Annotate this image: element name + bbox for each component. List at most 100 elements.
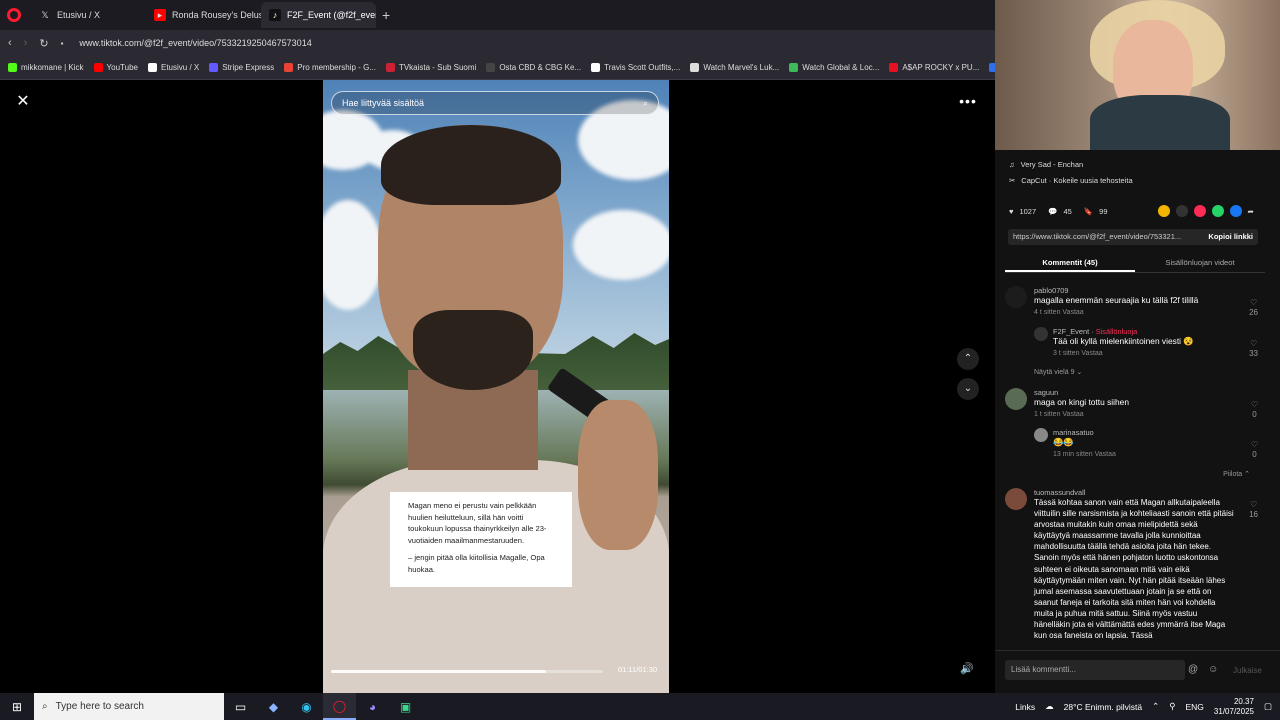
video-player[interactable]: Hae liittyvää sisältöä ⌕ Magan meno ei p… (323, 80, 669, 693)
facebook-icon[interactable] (1229, 205, 1242, 217)
share-icon[interactable]: ➦ (1248, 207, 1254, 216)
music-info[interactable]: ♫ Very Sad - Enchan (1009, 160, 1083, 169)
tab-tiktok[interactable]: ♪ F2F_Event (@f2f_event) (261, 2, 376, 28)
tray-overflow-icon[interactable]: ⌃ (1152, 701, 1159, 712)
copilot-icon[interactable]: ◆ (257, 693, 290, 720)
bookmark-favicon-icon (8, 63, 17, 72)
network-icon[interactable]: ⚲ (1169, 701, 1175, 712)
bookmark-item[interactable]: Stripe Express (209, 63, 274, 72)
comment-icon[interactable]: 💬 (1048, 207, 1057, 216)
volume-icon[interactable]: 🔊 (960, 662, 974, 675)
close-icon[interactable]: ✕ (14, 93, 32, 111)
picture-in-picture-video[interactable] (995, 0, 1280, 150)
weather-widget[interactable]: 28°C Enimm. pilvistä (1064, 702, 1143, 712)
avatar[interactable] (1034, 428, 1048, 442)
avatar[interactable] (1005, 286, 1027, 308)
clock[interactable]: 20.37 31/07/2025 (1214, 697, 1254, 717)
previous-video-button[interactable]: ⌃ (957, 348, 979, 370)
bookmark-item[interactable]: A$AP ROCKY x PU... (889, 63, 979, 72)
address-bar: ‹ › ↻ ▪ www.tiktok.com/@f2f_event/video/… (0, 30, 995, 56)
comment-username[interactable]: pablo0709 (1034, 286, 1270, 295)
comment-text: Tää oli kyllä mielenkiintoinen viesti 😵 (1053, 336, 1194, 346)
comment-username[interactable]: marinasatuo (1053, 428, 1270, 437)
comment-like[interactable]: ♡ 26 (1249, 298, 1258, 318)
send-icon[interactable] (1193, 205, 1206, 217)
bookmark-item[interactable]: TVkaista - Sub Suomi (385, 63, 476, 72)
comment-username[interactable]: F2F_Event · (1053, 327, 1096, 336)
tab-youtube[interactable]: ▸ Ronda Rousey's Delusions (146, 2, 261, 28)
hide-replies[interactable]: Piilota ⌃ (1005, 470, 1270, 478)
taskbar-search-input[interactable]: ⌕ Type here to search (34, 693, 224, 720)
comment-meta[interactable]: 13 min sitten Vastaa (1053, 451, 1270, 458)
bookmark-item[interactable]: Osta CBD & CBG Ke... (486, 63, 581, 72)
comment-meta[interactable]: 1 t sitten Vastaa (1034, 411, 1270, 418)
music-note-icon: ♫ (1009, 160, 1015, 169)
lock-icon: ▪ (60, 38, 64, 48)
comment-like[interactable]: ♡ 0 (1251, 440, 1258, 460)
whatsapp-icon[interactable] (1211, 205, 1224, 217)
comment-like-count: 33 (1249, 349, 1258, 358)
tab-creator-videos[interactable]: Sisällönluojan videot (1135, 255, 1265, 272)
tab-label: F2F_Event (@f2f_event) (287, 10, 376, 20)
creator-badge: Sisällönluoja (1095, 327, 1138, 336)
embed-icon[interactable] (1175, 205, 1188, 217)
back-icon[interactable]: ‹ (8, 37, 12, 49)
opera-icon[interactable]: ◯ (323, 693, 356, 720)
coin-icon[interactable] (1157, 205, 1170, 217)
reload-icon[interactable]: ↻ (39, 37, 48, 50)
comment-like[interactable]: ♡ 0 (1251, 400, 1258, 420)
bookmark-icon[interactable]: 🔖 (1084, 207, 1093, 216)
mention-icon[interactable]: @ (1188, 664, 1198, 675)
tab-etusivu[interactable]: 𝕏 Etusivu / X (31, 2, 146, 28)
opera-logo-icon[interactable] (7, 8, 21, 22)
comment-username[interactable]: saguun (1034, 388, 1270, 397)
url-field[interactable]: www.tiktok.com/@f2f_event/video/75332192… (79, 38, 311, 48)
comment-item: saguun maga on kingi tottu siihen 1 t si… (1005, 388, 1270, 420)
comment-meta[interactable]: 3 t sitten Vastaa (1053, 350, 1270, 357)
bookmark-item[interactable]: Pro membership - G... (284, 63, 376, 72)
edge-icon[interactable]: ◉ (290, 693, 323, 720)
windows-start-icon[interactable]: ⊞ (0, 700, 34, 714)
weather-icon: ☁ (1045, 701, 1054, 711)
video-link-box: https://www.tiktok.com/@f2f_event/video/… (1008, 229, 1258, 245)
forward-icon[interactable]: › (24, 37, 28, 49)
post-button[interactable]: Julkaise (1233, 666, 1262, 675)
bookmark-item[interactable]: YouTube (93, 63, 138, 72)
bookmark-item[interactable]: mikkomane | Kick (8, 63, 84, 72)
comment-username[interactable]: tuomassundvall (1034, 488, 1234, 497)
add-comment-input[interactable]: Lisää kommentti... (1005, 660, 1185, 680)
avatar[interactable] (1005, 388, 1027, 410)
task-view-icon[interactable]: ▭ (224, 693, 257, 720)
comment-like-count: 0 (1252, 450, 1257, 459)
bookmark-item[interactable]: Watch Marvel's Luk... (690, 63, 779, 72)
show-more-replies[interactable]: Näytä vielä 9 ⌄ (1034, 368, 1280, 376)
emoji-icon[interactable]: ☺ (1208, 664, 1218, 675)
comment-like[interactable]: ♡ 16 (1249, 500, 1258, 520)
next-video-button[interactable]: ⌄ (957, 378, 979, 400)
comment-meta[interactable]: 4 t sitten Vastaa (1034, 309, 1270, 316)
comment-like[interactable]: ♡ 33 (1249, 339, 1258, 359)
bookmark-favicon-icon (690, 63, 700, 72)
copy-link-button[interactable]: Kopioi linkki (1208, 232, 1253, 242)
bookmark-favicon-icon (591, 63, 601, 72)
avatar[interactable] (1034, 327, 1048, 341)
more-options-icon[interactable]: ••• (958, 93, 978, 111)
avatar[interactable] (1005, 488, 1027, 510)
tab-comments[interactable]: Kommentit (45) (1005, 255, 1135, 272)
tiktok-icon: ♪ (269, 9, 281, 21)
bookmark-favicon-icon (209, 63, 219, 72)
capcut-info[interactable]: ✂ CapCut · Kokeile uusia tehosteita (1009, 176, 1133, 185)
bookmark-item[interactable]: Travis Scott Outfits,... (591, 63, 680, 72)
bookmark-item[interactable]: Etusivu / X (147, 63, 199, 72)
app-icon[interactable]: ▣ (389, 693, 422, 720)
notifications-icon[interactable]: ▢ (1264, 701, 1272, 712)
bookmark-item[interactable]: Watch Global & Loc... (789, 63, 879, 72)
discord-icon[interactable]: ◕ (356, 693, 389, 720)
video-search-input[interactable]: Hae liittyvää sisältöä ⌕ (331, 91, 659, 115)
video-progress-bar[interactable] (331, 670, 603, 673)
search-icon[interactable]: ⌕ (643, 98, 648, 108)
links-toolbar[interactable]: Links (1015, 702, 1035, 712)
heart-icon[interactable]: ♥ (1009, 207, 1013, 216)
new-tab-button[interactable]: + (382, 7, 390, 23)
language-indicator[interactable]: ENG (1186, 702, 1204, 712)
